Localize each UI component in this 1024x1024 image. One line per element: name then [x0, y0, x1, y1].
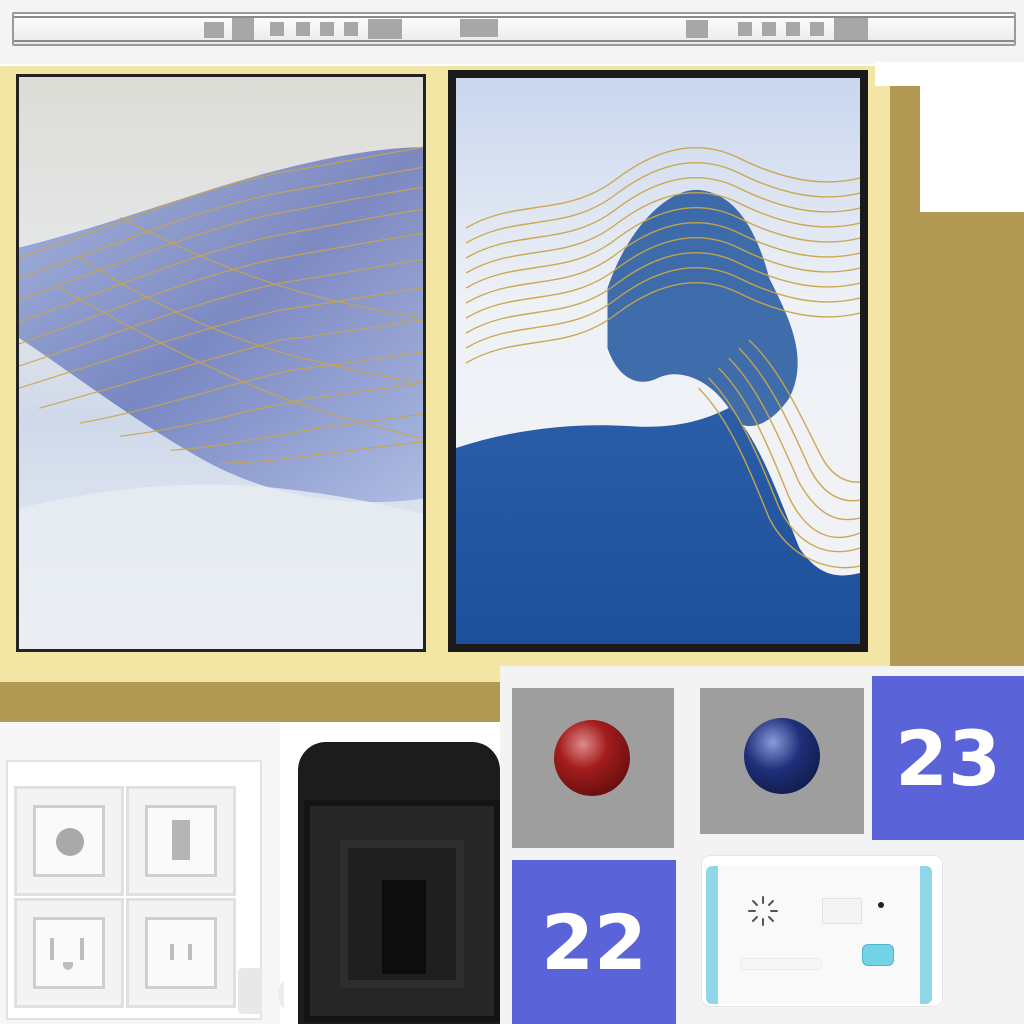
white-corner — [875, 62, 1024, 86]
status-led-icon — [878, 902, 884, 908]
rail-block — [296, 22, 310, 36]
socket-slot[interactable] — [126, 786, 236, 896]
detector-window — [822, 898, 862, 924]
rail-block — [810, 22, 824, 36]
rail-block — [762, 22, 776, 36]
speaker-icon — [748, 896, 778, 926]
rail-block — [738, 22, 752, 36]
blue-ball-panel — [700, 688, 864, 834]
rail-block — [320, 22, 334, 36]
painting-right — [448, 70, 868, 652]
smoke-detector — [706, 866, 932, 1004]
rail-block — [786, 22, 800, 36]
rail-block — [204, 22, 224, 38]
blue-ball[interactable] — [744, 718, 820, 794]
abstract-painting-left-icon — [19, 77, 423, 649]
rail-block — [686, 20, 708, 38]
test-button-icon[interactable] — [862, 944, 894, 966]
small-knob — [238, 968, 262, 1014]
socket-grounded[interactable] — [14, 898, 124, 1008]
red-ball-panel — [512, 688, 674, 848]
socket-round-icon — [33, 805, 105, 877]
number-tile-22-label: 22 — [541, 897, 647, 987]
black-switch-rocker[interactable] — [382, 880, 426, 974]
socket-grounded-icon — [33, 917, 105, 989]
abstract-painting-right-icon — [456, 78, 860, 644]
rail-block — [344, 22, 358, 36]
rail-block — [270, 22, 284, 36]
white-notch — [920, 82, 1024, 212]
khaki-band-bottom — [0, 682, 500, 722]
rail-block — [460, 19, 498, 37]
socket-panel — [6, 760, 262, 1020]
rail-block — [834, 18, 868, 40]
rail-block — [232, 18, 254, 40]
socket-slot-icon — [145, 805, 217, 877]
socket-round[interactable] — [14, 786, 124, 896]
painting-left — [16, 74, 426, 652]
rail-block — [368, 19, 402, 39]
number-tile-22: 22 — [512, 860, 676, 1024]
socket-two-pin[interactable] — [126, 898, 236, 1008]
detector-slot — [740, 958, 822, 970]
red-ball[interactable] — [554, 720, 630, 796]
top-rail — [12, 12, 1016, 46]
number-tile-23-label: 23 — [895, 713, 1001, 803]
number-tile-23: 23 — [872, 676, 1024, 840]
socket-two-pin-icon — [145, 917, 217, 989]
